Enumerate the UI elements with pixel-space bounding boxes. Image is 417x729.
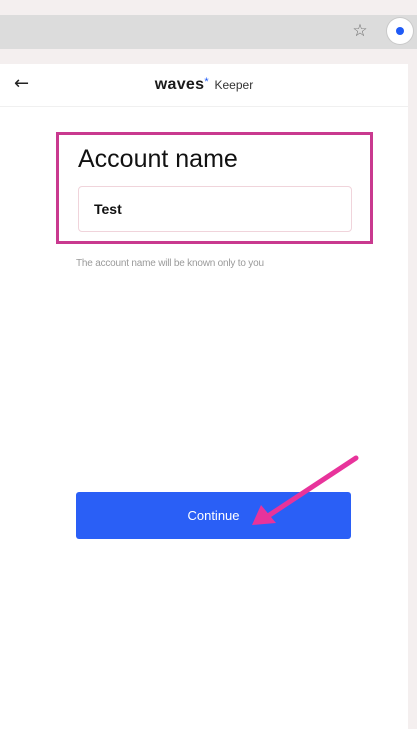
account-name-helper-text: The account name will be known only to y… — [76, 258, 264, 269]
popup-header: ← waves* Keeper — [0, 64, 408, 107]
continue-button[interactable]: Continue — [76, 492, 351, 539]
brand-logo: waves* Keeper — [0, 76, 408, 94]
star-icon[interactable]: ☆ — [349, 20, 371, 42]
account-name-title: Account name — [78, 145, 238, 173]
brand-star-icon: * — [204, 76, 209, 88]
extension-icon[interactable] — [387, 18, 413, 44]
brand-name: waves — [154, 76, 205, 93]
browser-toolbar: ☆ — [0, 0, 417, 64]
brand-suffix: Keeper — [214, 78, 254, 92]
extension-dot-icon — [396, 27, 404, 35]
account-name-input[interactable] — [78, 186, 352, 232]
